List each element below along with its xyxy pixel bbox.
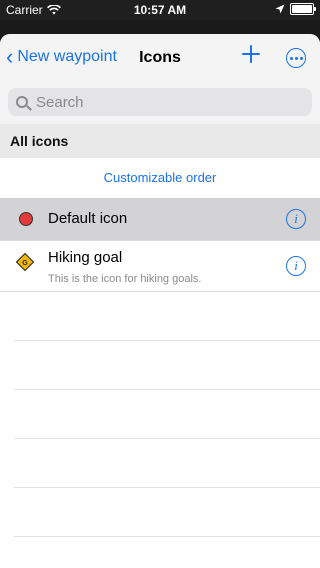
empty-row — [14, 341, 320, 390]
back-button-label: New waypoint — [17, 48, 117, 65]
ellipsis-dot — [294, 56, 298, 60]
icon-row-default[interactable]: Default icon i — [0, 198, 320, 241]
add-icon-button[interactable] — [242, 44, 260, 68]
icon-row-label: Default icon — [48, 210, 128, 227]
icon-row-subtitle: This is the icon for hiking goals. — [48, 273, 202, 285]
customizable-order-button[interactable]: Customizable order — [0, 158, 320, 198]
location-arrow-icon — [275, 4, 285, 14]
icon-row-label: Hiking goal — [48, 249, 123, 266]
clock: 10:57 AM — [133, 3, 187, 17]
more-options-button[interactable] — [286, 48, 306, 68]
search-input[interactable] — [34, 92, 278, 112]
ellipsis-dot — [289, 56, 293, 60]
empty-row — [14, 390, 320, 439]
navigation-bar: ‹ New waypoint Icons — [0, 34, 320, 82]
red-circle-icon — [19, 212, 33, 226]
chevron-left-icon: ‹ — [6, 44, 14, 69]
status-bar: Carrier 10:57 AM — [0, 0, 320, 20]
hiking-goal-icon: G — [16, 253, 34, 271]
ellipsis-dot — [299, 56, 303, 60]
empty-row — [14, 292, 320, 341]
battery-icon — [290, 3, 316, 15]
icon-row-hiking-goal[interactable]: G Hiking goal This is the icon for hikin… — [0, 241, 320, 292]
info-icon[interactable]: i — [286, 256, 306, 276]
plus-icon — [242, 45, 260, 63]
info-icon[interactable]: i — [286, 209, 306, 229]
search-bar[interactable] — [8, 88, 312, 116]
section-header-all-icons: All icons — [0, 124, 320, 158]
svg-text:G: G — [22, 260, 28, 267]
empty-row — [14, 439, 320, 488]
icons-sheet: ‹ New waypoint Icons All icons Customiza… — [0, 34, 320, 568]
search-container — [0, 82, 320, 124]
search-icon — [16, 96, 28, 108]
empty-row — [14, 488, 320, 537]
back-button[interactable]: ‹ New waypoint — [6, 44, 117, 69]
